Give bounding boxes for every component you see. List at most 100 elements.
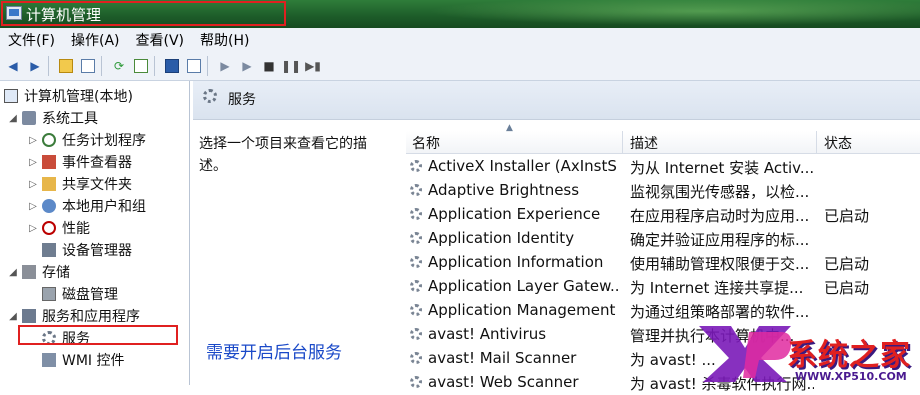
- column-header-status[interactable]: 状态: [824, 133, 852, 153]
- stop-icon[interactable]: ■: [260, 57, 278, 75]
- table-row[interactable]: Application Management 为通过组策略部署的软件...: [406, 299, 920, 323]
- toolbar: ◀ ▶ ⟳ ▶ ▶ ■ ❚❚ ▶▮: [0, 52, 920, 81]
- service-description: 使用辅助管理权限便于交...: [630, 255, 810, 273]
- tree-root[interactable]: 计算机管理(本地): [4, 86, 133, 106]
- menu-bar: 文件(F) 操作(A) 查看(V) 帮助(H): [0, 28, 920, 52]
- tree-item-disk-management[interactable]: 磁盘管理: [42, 284, 118, 304]
- tree-item-device-manager[interactable]: 设备管理器: [42, 240, 132, 260]
- gear-icon: [203, 89, 217, 103]
- help-icon[interactable]: [163, 57, 181, 75]
- column-header-name[interactable]: 名称: [412, 133, 440, 153]
- gear-icon: [410, 352, 422, 364]
- services-applications-icon: [22, 309, 36, 323]
- tree-item-performance[interactable]: ▷ 性能: [28, 218, 90, 238]
- performance-icon: [42, 221, 56, 235]
- forward-icon[interactable]: ▶: [26, 57, 44, 75]
- menu-help[interactable]: 帮助(H): [192, 30, 257, 50]
- service-description: 确定并验证应用程序的标...: [630, 231, 810, 249]
- back-icon[interactable]: ◀: [4, 57, 22, 75]
- service-name: Application Identity: [428, 229, 575, 247]
- toolbar-divider: [154, 56, 155, 76]
- gear-icon: [410, 184, 422, 196]
- play-icon[interactable]: ▶: [216, 57, 234, 75]
- table-row[interactable]: ActiveX Installer (AxInstS... 为从 Interne…: [406, 155, 920, 179]
- gear-icon: [410, 304, 422, 316]
- services-table: ▲ 名称 描述 状态 ActiveX Installer (AxInstS...…: [406, 123, 920, 393]
- table-row[interactable]: Application Identity 确定并验证应用程序的标...: [406, 227, 920, 251]
- column-header-description[interactable]: 描述: [630, 133, 658, 153]
- column-divider[interactable]: [622, 131, 623, 153]
- expand-arrow-icon[interactable]: ▷: [28, 135, 38, 146]
- tree-item-local-users[interactable]: ▷ 本地用户和组: [28, 196, 146, 216]
- gear-icon: [410, 232, 422, 244]
- menu-view[interactable]: 查看(V): [128, 30, 193, 50]
- tree-item-wmi[interactable]: WMI 控件: [42, 350, 125, 370]
- disk-icon: [42, 287, 56, 301]
- tree-item-label: 事件查看器: [62, 155, 132, 171]
- gear-icon: [410, 256, 422, 268]
- service-description: 管理并执行本计算机中...: [630, 327, 795, 345]
- service-status: 已启动: [824, 207, 870, 225]
- service-description: 为 avast! 杀毒软件执行网...: [630, 375, 814, 393]
- service-status: 已启动: [824, 279, 870, 297]
- service-description: 在应用程序启动时为应用...: [630, 207, 810, 225]
- tree-item-task-scheduler[interactable]: ▷ 任务计划程序: [28, 130, 146, 150]
- services-pane: 服务 选择一个项目来查看它的描述。 需要开启后台服务 ▲ 名称 描述 状态 Ac…: [193, 81, 920, 393]
- table-row[interactable]: avast! Mail Scanner 为 avast! ...: [406, 347, 920, 371]
- tree-item-label: 系统工具: [42, 111, 98, 127]
- table-row[interactable]: Application Information 使用辅助管理权限便于交... 已…: [406, 251, 920, 275]
- service-name: Application Layer Gatew...: [428, 277, 618, 295]
- expand-arrow-icon[interactable]: ▷: [28, 223, 38, 234]
- properties-icon[interactable]: [185, 57, 203, 75]
- collapse-arrow-icon[interactable]: ◢: [8, 267, 18, 278]
- table-row[interactable]: avast! Antivirus 管理并执行本计算机中...: [406, 323, 920, 347]
- expand-arrow-icon[interactable]: ▷: [28, 157, 38, 168]
- tree-item-label: 本地用户和组: [62, 199, 146, 215]
- table-row[interactable]: Adaptive Brightness 监视氛围光传感器，以检...: [406, 179, 920, 203]
- table-row[interactable]: Application Layer Gatew... 为 Internet 连接…: [406, 275, 920, 299]
- device-manager-icon: [42, 243, 56, 257]
- restart-icon[interactable]: ▶▮: [304, 57, 322, 75]
- tree-item-shared-folders[interactable]: ▷ 共享文件夹: [28, 174, 132, 194]
- table-row[interactable]: avast! Web Scanner 为 avast! 杀毒软件执行网...: [406, 371, 920, 395]
- tree-item-label: 任务计划程序: [62, 133, 146, 149]
- users-icon: [42, 199, 56, 213]
- service-description: 为通过组策略部署的软件...: [630, 303, 810, 321]
- title-bar: 计算机管理: [0, 0, 920, 28]
- collapse-arrow-icon[interactable]: ◢: [8, 311, 18, 322]
- service-description: 监视氛围光传感器，以检...: [630, 183, 810, 201]
- export-icon[interactable]: [132, 57, 150, 75]
- computer-icon: [4, 89, 18, 103]
- play-alt-icon[interactable]: ▶: [238, 57, 256, 75]
- expand-arrow-icon[interactable]: ▷: [28, 179, 38, 190]
- tree-item-event-viewer[interactable]: ▷ 事件查看器: [28, 152, 132, 172]
- tree-item-storage[interactable]: ◢ 存储: [8, 262, 70, 282]
- show-hide-tree-icon[interactable]: [79, 57, 97, 75]
- tree-item-label: 存储: [42, 265, 70, 281]
- column-divider[interactable]: [816, 131, 817, 153]
- tree-item-services-apps[interactable]: ◢ 服务和应用程序: [8, 306, 140, 326]
- description-text: 选择一个项目来查看它的描述。: [199, 136, 367, 174]
- refresh-icon[interactable]: ⟳: [110, 57, 128, 75]
- gear-icon: [410, 376, 422, 388]
- service-name: Application Experience: [428, 205, 601, 223]
- service-status: 已启动: [824, 255, 870, 273]
- expand-arrow-icon[interactable]: ▷: [28, 201, 38, 212]
- menu-file[interactable]: 文件(F): [0, 30, 63, 50]
- collapse-arrow-icon[interactable]: ◢: [8, 113, 18, 124]
- shared-folder-icon: [42, 177, 56, 191]
- pause-icon[interactable]: ❚❚: [281, 57, 301, 75]
- table-row[interactable]: Application Experience 在应用程序启动时为应用... 已启…: [406, 203, 920, 227]
- up-folder-icon[interactable]: [57, 57, 75, 75]
- service-description: 为 Internet 连接共享提...: [630, 279, 804, 297]
- service-description: 为从 Internet 安装 Activ...: [630, 159, 814, 177]
- services-highlight-box: [18, 325, 178, 345]
- menu-action[interactable]: 操作(A): [63, 30, 128, 50]
- storage-icon: [22, 265, 36, 279]
- service-name: Application Management: [428, 301, 616, 319]
- gear-icon: [410, 208, 422, 220]
- gear-icon: [410, 280, 422, 292]
- service-name: ActiveX Installer (AxInstS...: [428, 157, 618, 175]
- tree-item-system-tools[interactable]: ◢ 系统工具: [8, 108, 98, 128]
- service-name: avast! Web Scanner: [428, 373, 579, 391]
